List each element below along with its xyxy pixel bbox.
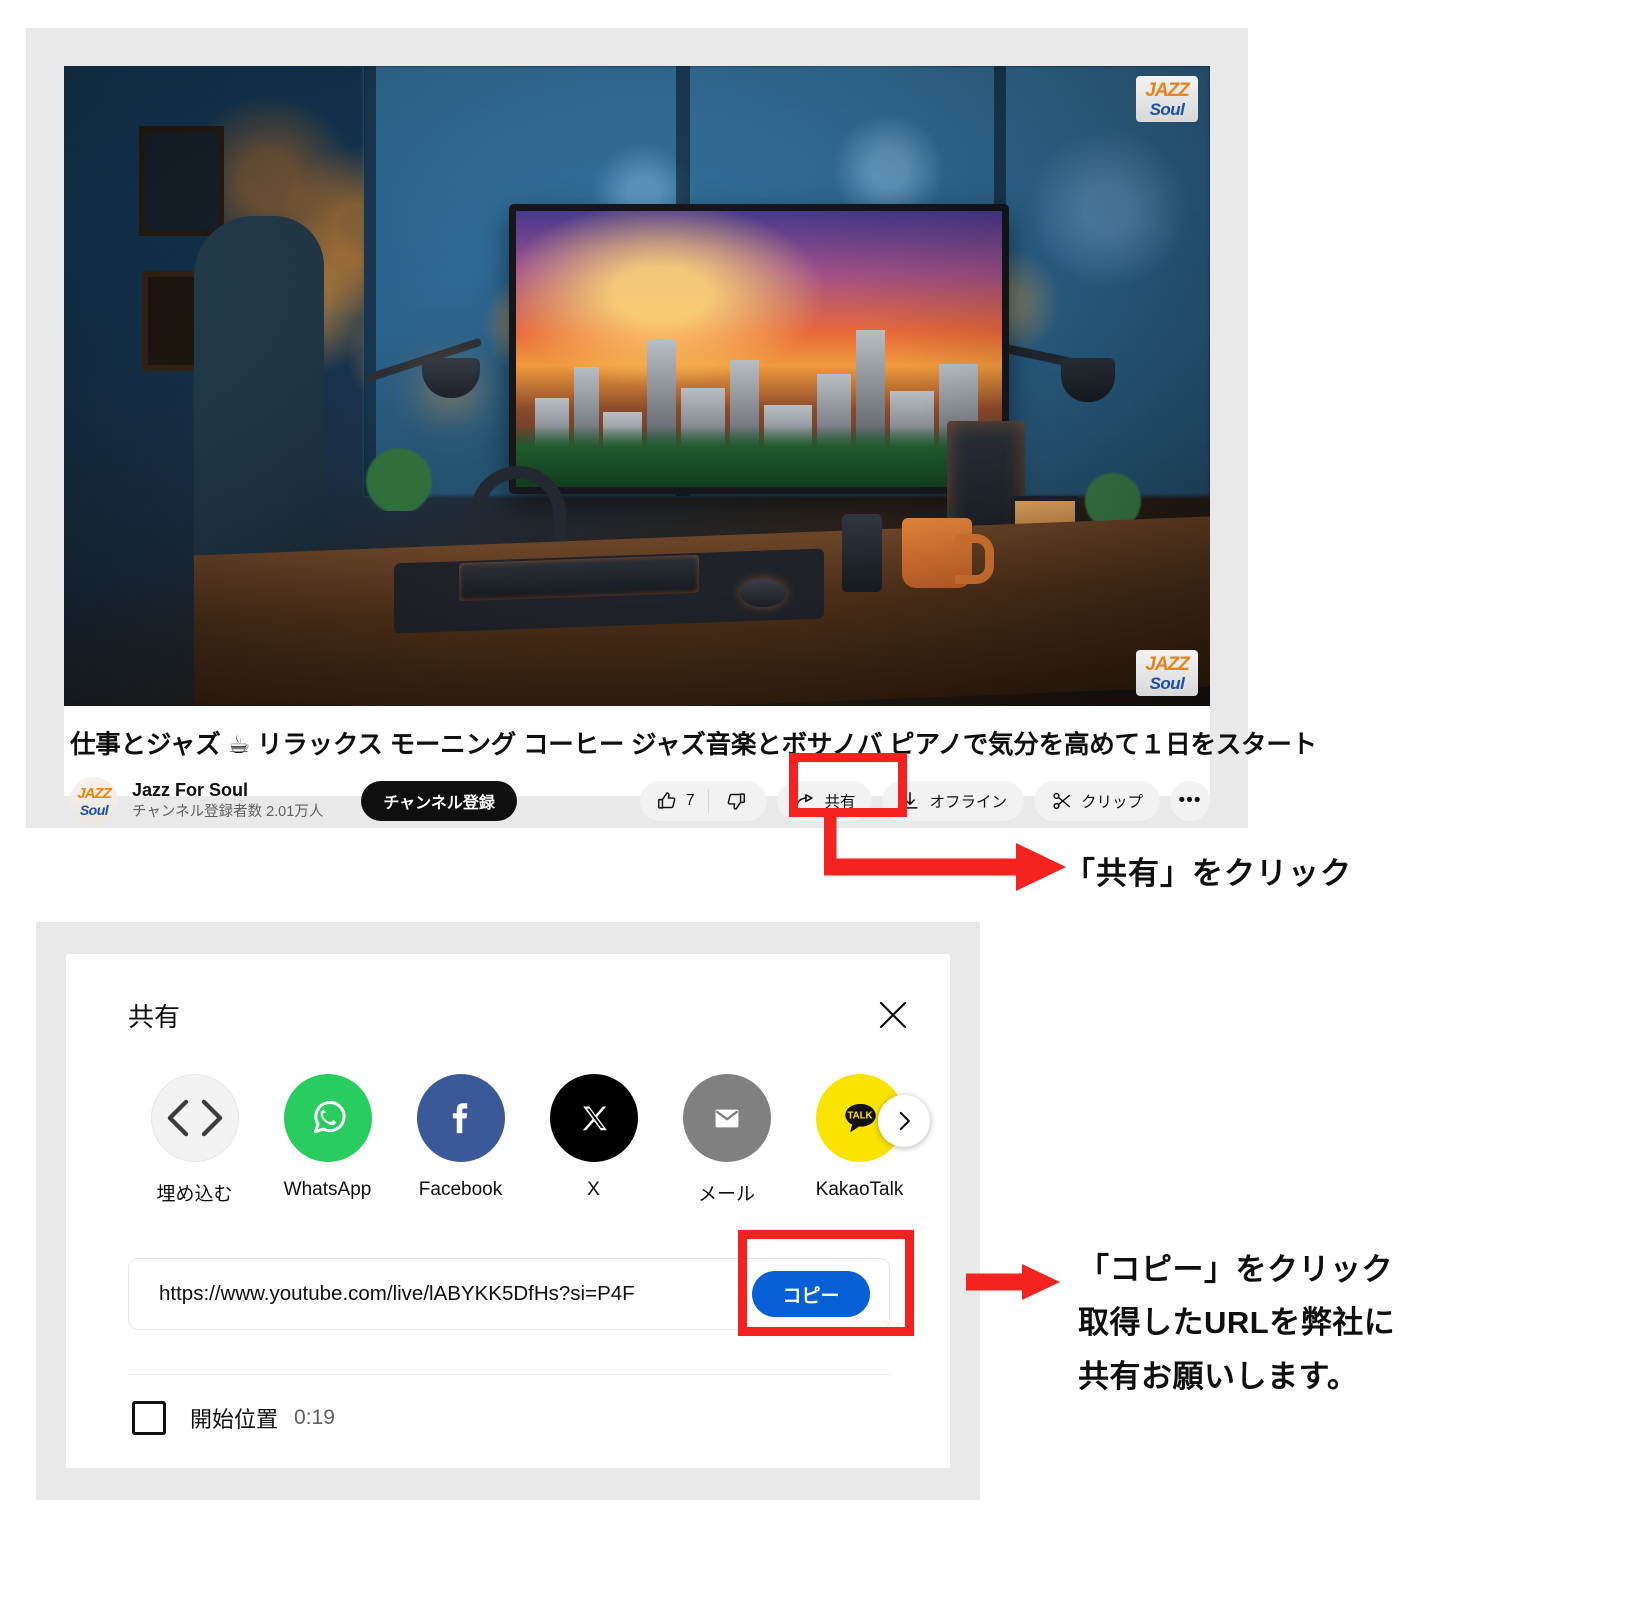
share-label: 共有 xyxy=(824,794,856,811)
thumbs-down-icon xyxy=(725,790,747,812)
share-target-label: Facebook xyxy=(418,1179,503,1200)
facebook-icon xyxy=(416,1074,505,1162)
svg-text:TALK: TALK xyxy=(847,1111,872,1122)
channel-text: Jazz For Soul チャンネル登録者数 2.01万人 xyxy=(132,779,323,822)
share-url-row: https://www.youtube.com/live/lABYKK5DfHs… xyxy=(128,1258,890,1330)
code-brackets-icon xyxy=(150,1074,239,1162)
share-target-label: X xyxy=(587,1179,600,1200)
close-icon[interactable] xyxy=(872,994,914,1036)
share-url-text: https://www.youtube.com/live/lABYKK5DfHs… xyxy=(159,1282,635,1305)
share-target-facebook[interactable]: Facebook xyxy=(394,1074,527,1201)
chevron-right-icon[interactable] xyxy=(878,1095,930,1147)
vignette xyxy=(64,66,1210,706)
annotation-text-2-line3: 共有お願いします。 xyxy=(1078,1358,1359,1394)
video-page-screenshot-panel: JAZZ Soul JAZZ Soul 仕事とジャズ ☕ リラックス モーニング… xyxy=(26,28,1317,828)
watermark-line1: JAZZ xyxy=(1145,79,1189,101)
annotation-text-2-line2: 取得したURLを弊社に xyxy=(1078,1305,1396,1341)
share-dialog-title: 共有 xyxy=(128,1001,181,1032)
share-target-whatsapp[interactable]: WhatsApp xyxy=(261,1074,394,1201)
share-dialog: 共有 埋め込む WhatsApp Facebook X メール TALK Kak… xyxy=(66,954,950,1468)
clip-label: クリップ xyxy=(1080,794,1143,811)
video-thumbnail[interactable]: JAZZ Soul JAZZ Soul xyxy=(64,66,1210,706)
start-at-time: 0:19 xyxy=(294,1406,335,1429)
start-at-checkbox[interactable] xyxy=(132,1401,166,1435)
divider xyxy=(128,1374,890,1375)
share-target-embed[interactable]: 埋め込む xyxy=(128,1074,261,1206)
share-dialog-header: 共有 xyxy=(66,954,950,1036)
share-targets-row: 埋め込む WhatsApp Facebook X メール TALK KakaoT… xyxy=(66,1036,950,1206)
watermark-line2: Soul xyxy=(1149,99,1185,119)
share-target-label: 埋め込む xyxy=(156,1184,233,1205)
like-button[interactable]: 7 xyxy=(656,790,709,812)
start-at-label: 開始位置 xyxy=(190,1407,279,1432)
dislike-button[interactable] xyxy=(709,790,763,812)
annotation-text-2-line1: 「コピー」をクリック xyxy=(1078,1252,1393,1287)
copy-button[interactable]: コピー xyxy=(752,1271,870,1317)
avatar-line2: Soul xyxy=(79,801,109,818)
envelope-icon xyxy=(682,1074,771,1162)
like-dislike-group: 7 xyxy=(639,781,768,821)
watermark-line1: JAZZ xyxy=(1145,653,1189,675)
watermark-logo: JAZZ Soul xyxy=(1136,76,1198,122)
more-actions-button[interactable]: ••• xyxy=(1170,781,1210,821)
subscribe-button[interactable]: チャンネル登録 xyxy=(361,781,517,821)
tutorial-page: JAZZ Soul JAZZ Soul 仕事とジャズ ☕ リラックス モーニング… xyxy=(0,0,1640,1600)
share-target-x[interactable]: X xyxy=(527,1074,660,1201)
offline-label: オフライン xyxy=(929,794,1007,811)
annotation-text-2: 「コピー」をクリック 取得したURLを弊社に 共有お願いします。 xyxy=(1078,1243,1395,1403)
avatar-line1: JAZZ xyxy=(77,784,111,802)
share-target-label: メール xyxy=(697,1184,755,1205)
video-title: 仕事とジャズ ☕ リラックス モーニング コーヒー ジャズ音楽とボサノバ ピアノ… xyxy=(70,731,1317,759)
download-icon xyxy=(899,790,921,812)
video-card: JAZZ Soul JAZZ Soul 仕事とジャズ ☕ リラックス モーニング… xyxy=(64,66,1317,825)
share-arrow-icon xyxy=(794,790,816,812)
share-target-mail[interactable]: メール xyxy=(660,1074,793,1206)
watermark-logo: JAZZ Soul xyxy=(1136,650,1198,696)
whatsapp-icon xyxy=(283,1074,372,1162)
annotation-text-1: 「共有」をクリック xyxy=(1064,856,1352,891)
scissors-icon xyxy=(1051,790,1073,812)
share-target-label: WhatsApp xyxy=(283,1179,372,1200)
subscriber-count: チャンネル登録者数 2.01万人 xyxy=(132,803,324,820)
channel-name[interactable]: Jazz For Soul xyxy=(132,779,323,802)
x-twitter-icon xyxy=(549,1074,638,1162)
watermark-line2: Soul xyxy=(1149,673,1185,693)
channel-avatar[interactable]: JAZZ Soul xyxy=(70,777,118,825)
share-target-label: KakaoTalk xyxy=(815,1179,904,1200)
like-count: 7 xyxy=(685,792,695,809)
annotation-arrow-1 xyxy=(824,815,1066,891)
thumbs-up-icon xyxy=(656,790,678,812)
share-dialog-screenshot-panel: 共有 埋め込む WhatsApp Facebook X メール TALK Kak… xyxy=(36,922,980,1500)
start-at-row: 開始位置 0:19 xyxy=(132,1401,950,1435)
annotation-arrow-2 xyxy=(966,1264,1060,1300)
